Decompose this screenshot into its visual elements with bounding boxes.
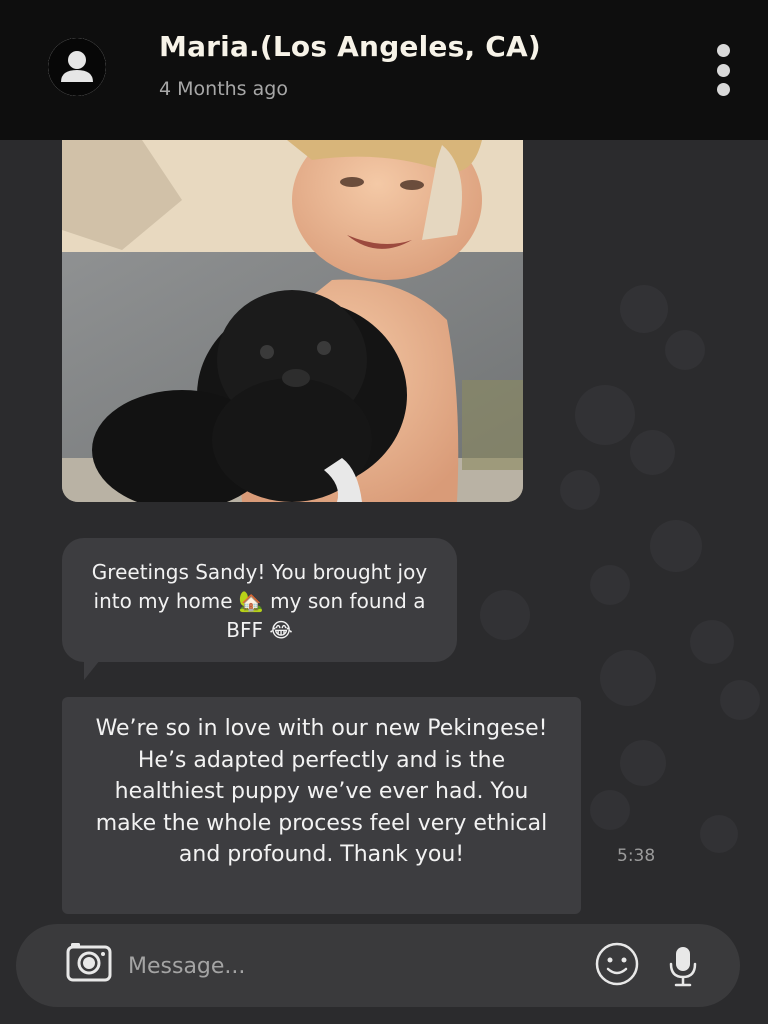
incoming-message-bubble[interactable]: We’re so in love with our new Pekingese!… (62, 697, 581, 914)
message-timestamp: 5:38 (617, 846, 656, 866)
vertical-ellipsis-icon (717, 44, 730, 57)
bubble-tail (84, 650, 108, 680)
incoming-message-bubble[interactable]: Greetings Sandy! You brought joy into my… (62, 538, 457, 662)
photo-child-with-puppy (62, 140, 523, 502)
smiley-icon[interactable] (594, 941, 640, 987)
camera-icon[interactable] (66, 940, 112, 982)
more-options-button[interactable] (710, 42, 738, 100)
message-input[interactable] (126, 945, 570, 987)
last-seen-status: 4 Months ago (159, 78, 288, 100)
chat-header: Maria.(Los Angeles, CA) 4 Months ago (0, 0, 768, 140)
contact-name[interactable]: Maria.(Los Angeles, CA) (159, 30, 541, 63)
microphone-icon[interactable] (667, 945, 699, 987)
photo-message[interactable] (62, 140, 523, 502)
avatar[interactable] (48, 38, 106, 96)
person-silhouette-icon (48, 38, 106, 96)
